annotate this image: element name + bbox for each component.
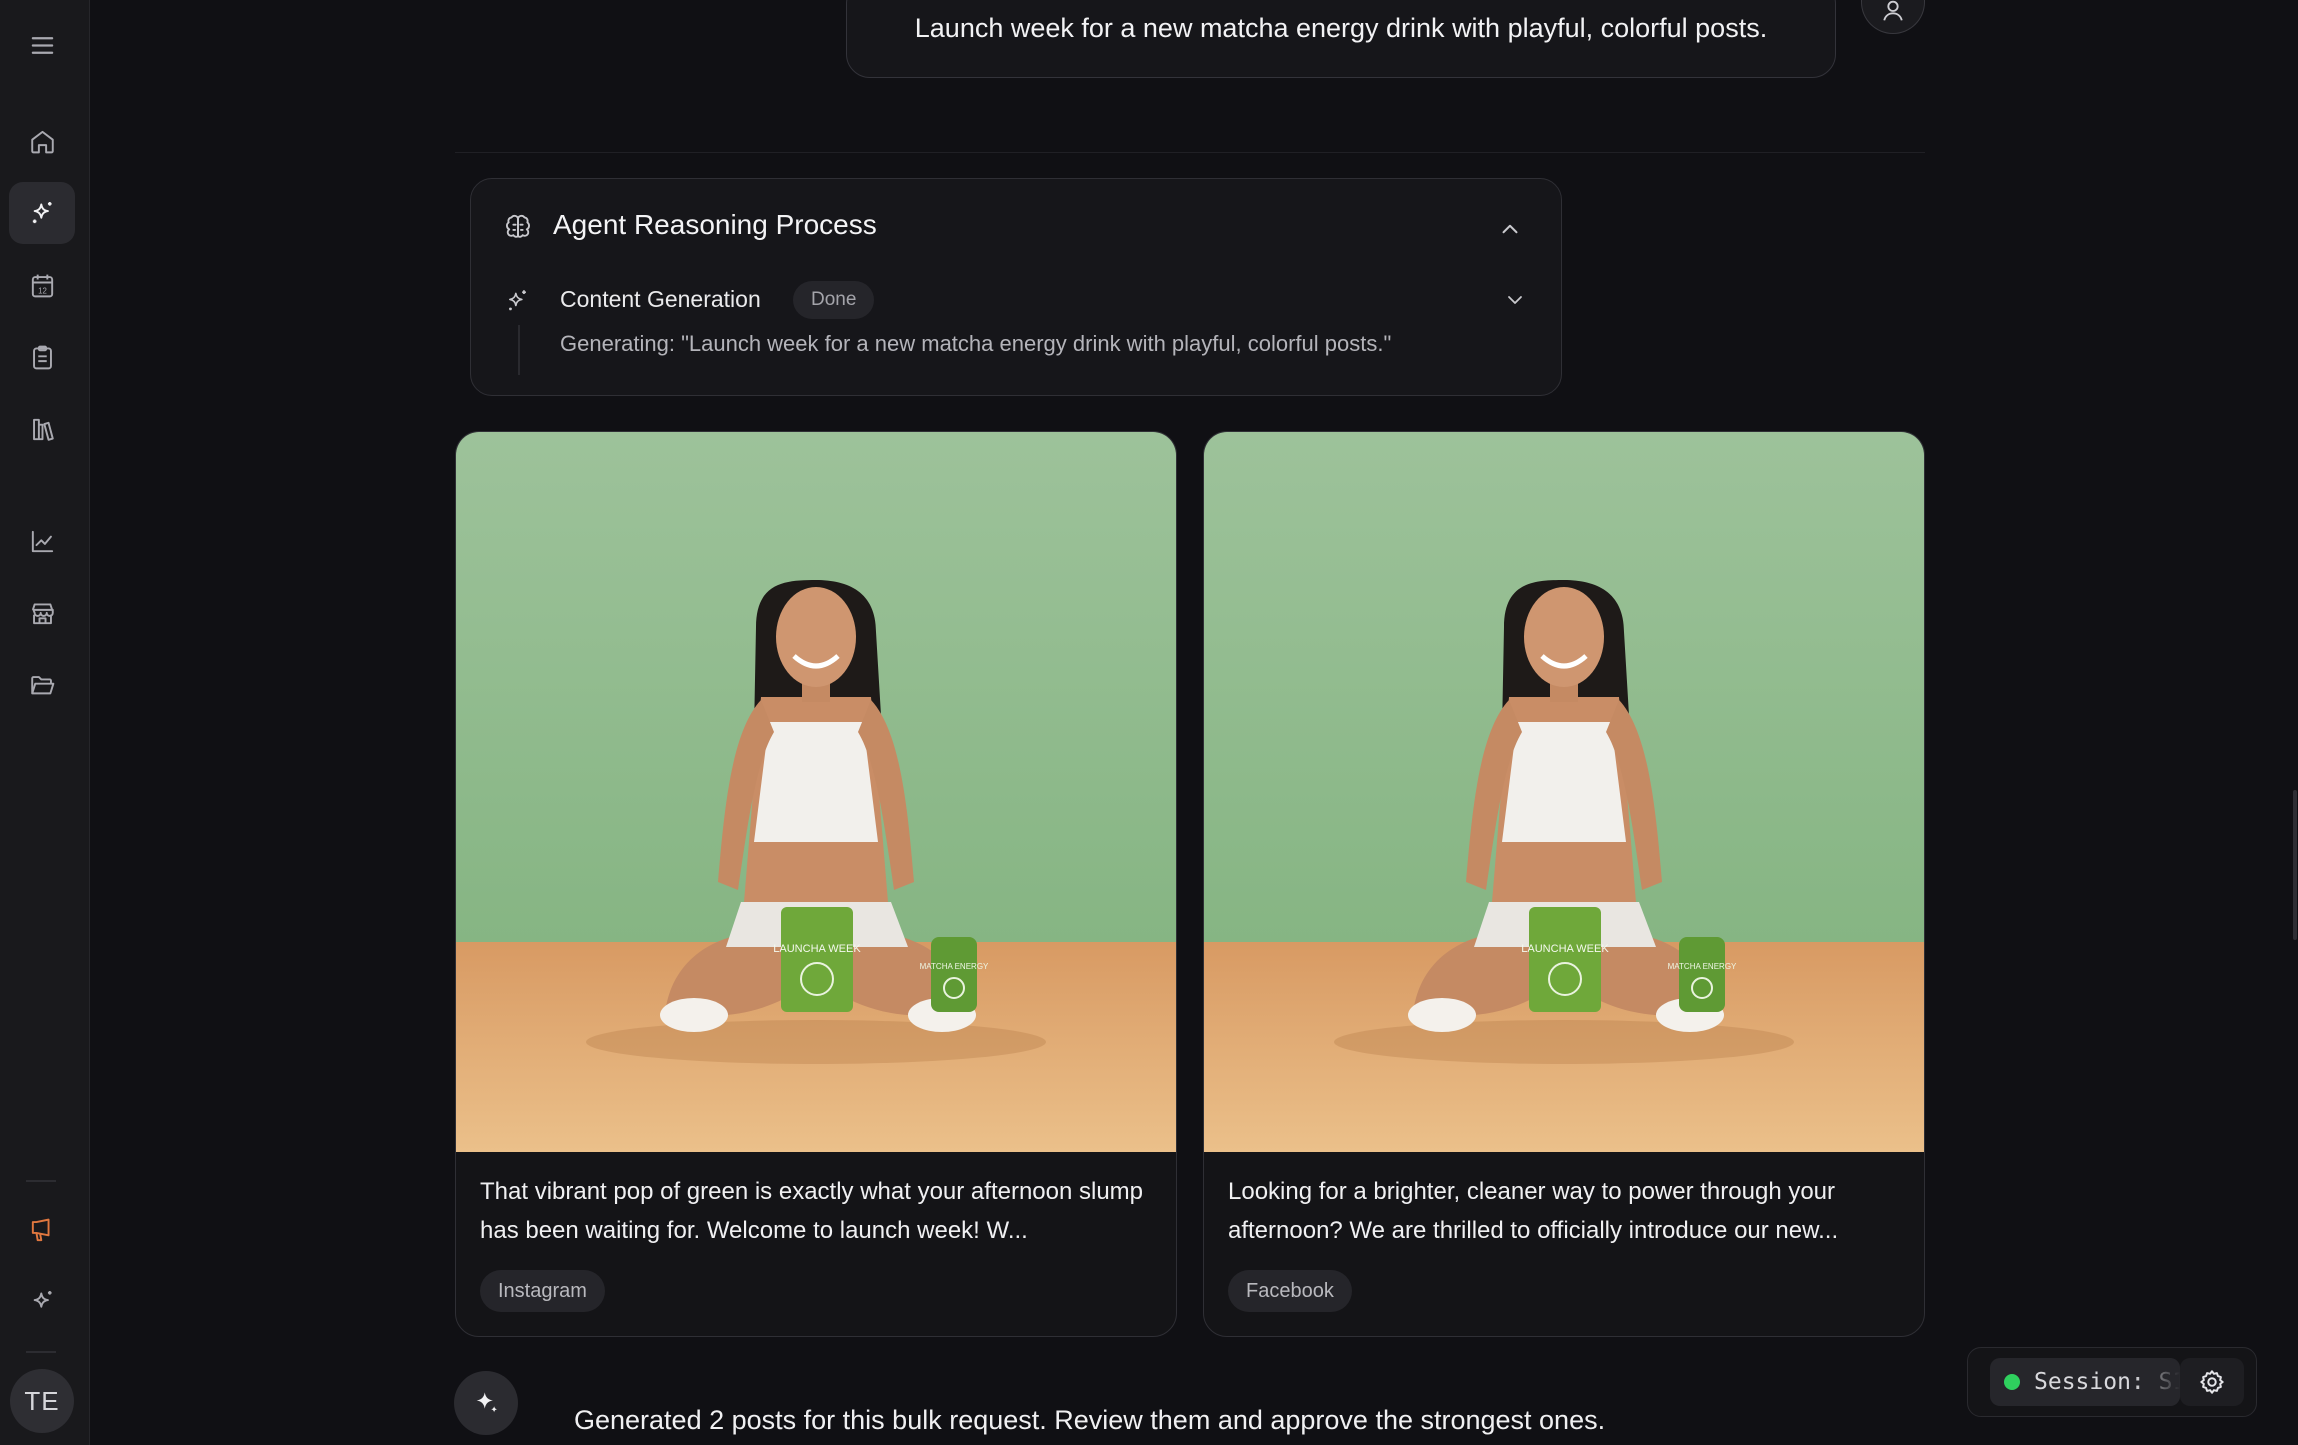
sidebar-item-analytics[interactable] — [9, 510, 75, 572]
books-icon — [28, 415, 57, 444]
sparkles-icon — [28, 1288, 57, 1317]
collapse-reasoning-button[interactable] — [1497, 216, 1523, 242]
settings-button[interactable] — [2180, 1358, 2244, 1406]
sidebar-item-store[interactable] — [9, 582, 75, 644]
gear-icon — [2198, 1368, 2226, 1396]
user-icon — [1879, 0, 1907, 25]
post-image[interactable]: LAUNCHA WEEK MATCHA ENERGY — [1204, 432, 1924, 1152]
platform-badge: Facebook — [1228, 1270, 1352, 1312]
message-divider — [455, 152, 1925, 153]
step-connector — [518, 325, 520, 375]
scrollbar-thumb[interactable] — [2293, 790, 2297, 940]
product-can-label: MATCHA ENERGY — [1668, 962, 1737, 971]
chevron-down-icon — [1503, 288, 1527, 312]
svg-text:12: 12 — [38, 286, 47, 295]
assistant-avatar — [454, 1371, 518, 1435]
store-icon — [28, 599, 57, 628]
sidebar-divider — [26, 1180, 56, 1182]
status-badge: Done — [793, 281, 875, 319]
sidebar-item-files[interactable] — [9, 654, 75, 716]
sidebar-item-library[interactable] — [9, 398, 75, 460]
product-bag-label: LAUNCHA WEEK — [1521, 943, 1609, 955]
post-caption: Looking for a brighter, cleaner way to p… — [1228, 1178, 1839, 1244]
home-icon — [28, 127, 57, 156]
chevron-up-icon — [1497, 216, 1523, 242]
sidebar-item-ai-assistant[interactable] — [9, 1271, 75, 1333]
agent-reasoning-panel: Agent Reasoning Process Content Generati… — [470, 178, 1562, 396]
sidebar-item-create[interactable] — [9, 182, 75, 244]
sparkles-icon — [471, 1388, 501, 1418]
step-title: Content Generation — [560, 286, 761, 312]
step-detail: Generating: "Launch week for a new match… — [560, 331, 1392, 356]
user-avatar[interactable]: TE — [10, 1369, 74, 1433]
sidebar-item-posts[interactable] — [9, 326, 75, 388]
brain-icon — [504, 213, 532, 241]
menu-button[interactable] — [9, 14, 75, 76]
user-message-bubble: Launch week for a new matcha energy drin… — [846, 0, 1836, 78]
user-message-text: Launch week for a new matcha energy drin… — [914, 13, 1768, 43]
post-card[interactable]: LAUNCHA WEEK MATCHA ENERGY Looking for a… — [1203, 431, 1925, 1337]
post-image-graphic: LAUNCHA WEEK MATCHA ENERGY — [1204, 432, 1924, 1152]
megaphone-icon — [28, 1216, 57, 1245]
sidebar-divider — [26, 1351, 56, 1353]
sidebar-item-home[interactable] — [9, 110, 75, 172]
post-image[interactable]: LAUNCHA WEEK MATCHA ENERGY — [456, 432, 1176, 1152]
calendar-icon: 12 — [28, 271, 57, 300]
post-card[interactable]: LAUNCHA WEEK MATCHA ENERGY That vibrant … — [455, 431, 1177, 1337]
status-dot — [2004, 1374, 2020, 1390]
reasoning-title: Agent Reasoning Process — [553, 209, 877, 240]
sparkles-icon — [505, 287, 531, 313]
folder-open-icon — [28, 671, 57, 700]
session-indicator[interactable]: Session: S1 — [1990, 1358, 2180, 1406]
session-widget: Session: S1 — [1967, 1347, 2257, 1417]
sidebar-item-campaigns[interactable] — [9, 1199, 75, 1261]
hamburger-menu-icon — [28, 31, 57, 60]
assistant-message-text: Generated 2 posts for this bulk request.… — [574, 1405, 1606, 1435]
product-bag-label: LAUNCHA WEEK — [773, 943, 861, 955]
product-can-label: MATCHA ENERGY — [920, 962, 989, 971]
line-chart-icon — [28, 527, 57, 556]
clipboard-icon — [28, 343, 57, 372]
avatar-initials: TE — [24, 1385, 60, 1416]
sparkles-icon — [28, 199, 57, 228]
post-image-graphic: LAUNCHA WEEK MATCHA ENERGY — [456, 432, 1176, 1152]
user-message-avatar — [1861, 0, 1925, 34]
post-caption: That vibrant pop of green is exactly wha… — [480, 1178, 1144, 1244]
expand-step-button[interactable] — [1503, 288, 1527, 312]
session-fade — [2134, 1358, 2180, 1406]
sidebar-item-calendar[interactable]: 12 — [9, 254, 75, 316]
sidebar: 12 TE — [0, 0, 90, 1445]
platform-badge: Instagram — [480, 1270, 605, 1312]
